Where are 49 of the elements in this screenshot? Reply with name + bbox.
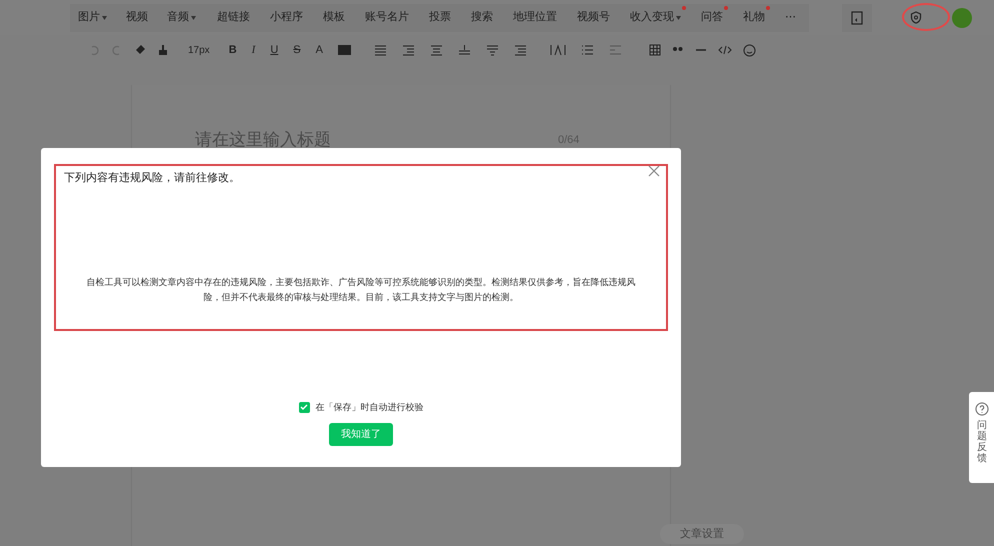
dialog-heading: 下列内容有违规风险，请前往修改。 bbox=[64, 170, 241, 186]
feedback-label: 问题反馈 bbox=[977, 420, 987, 464]
close-icon[interactable] bbox=[648, 165, 660, 177]
menu-item[interactable]: 小程序 bbox=[270, 6, 308, 29]
caret-icon bbox=[102, 16, 107, 20]
help-icon bbox=[975, 402, 989, 416]
spacing-icon[interactable] bbox=[458, 44, 471, 56]
line-height-icon[interactable] bbox=[486, 44, 499, 56]
list-icon[interactable] bbox=[580, 44, 594, 56]
menu-item[interactable]: 地理位置 bbox=[513, 6, 562, 29]
menu-item[interactable]: 收入变现 bbox=[630, 6, 686, 29]
align-center-icon[interactable] bbox=[430, 44, 443, 56]
menu-item[interactable]: 模板 bbox=[323, 6, 350, 29]
strikethrough-button[interactable]: S bbox=[293, 42, 301, 58]
annotation-ellipse bbox=[902, 3, 950, 31]
confirm-button[interactable]: 我知道了 bbox=[329, 423, 393, 446]
caret-icon bbox=[191, 16, 196, 20]
align-left-icon[interactable] bbox=[374, 44, 387, 56]
list-indent-icon[interactable] bbox=[514, 44, 527, 56]
menu-item[interactable]: 搜索 bbox=[471, 6, 498, 29]
emoji-icon[interactable] bbox=[742, 44, 756, 56]
menu-item[interactable]: 音频 bbox=[167, 6, 201, 29]
font-size-dropdown[interactable]: 17px bbox=[188, 42, 210, 58]
menu-item[interactable]: 投票 bbox=[429, 6, 456, 29]
preview-button[interactable] bbox=[842, 4, 872, 32]
menu-item[interactable]: ⋯ bbox=[785, 6, 801, 29]
menu-item[interactable]: 视频号 bbox=[577, 6, 615, 29]
auto-check-checkbox[interactable] bbox=[298, 402, 310, 413]
caret-icon bbox=[676, 16, 681, 20]
phone-icon bbox=[851, 10, 863, 24]
font-color-button[interactable]: A bbox=[316, 42, 323, 58]
letter-spacing-icon[interactable] bbox=[550, 44, 566, 56]
menu-item[interactable]: 礼物 bbox=[743, 6, 770, 29]
menu-item[interactable]: 图片 bbox=[78, 6, 112, 29]
menu-item[interactable]: 超链接 bbox=[217, 6, 255, 29]
auto-check-label: 在「保存」时自动进行校验 bbox=[316, 400, 424, 414]
code-icon[interactable] bbox=[718, 44, 732, 56]
indent-icon[interactable] bbox=[402, 44, 415, 56]
menu-item[interactable]: 问答 bbox=[701, 6, 728, 29]
underline-button[interactable]: U bbox=[270, 42, 278, 58]
menu-item[interactable]: 视频 bbox=[126, 6, 153, 29]
table-icon[interactable] bbox=[648, 44, 661, 56]
italic-button[interactable]: I bbox=[252, 42, 256, 58]
menu-item[interactable]: 账号名片 bbox=[365, 6, 414, 29]
feedback-panel[interactable]: 问题反馈 bbox=[969, 392, 994, 483]
shield-icon[interactable] bbox=[910, 11, 922, 24]
bold-button[interactable]: B bbox=[228, 42, 237, 58]
article-settings-button[interactable]: 文章设置 bbox=[660, 524, 744, 544]
dialog-description: 自检工具可以检测文章内容中存在的违规风险，主要包括欺诈、广告风险等可控系统能够识别的类型。检测结果仅供参考，旨在降低违规风险，但并不代表最终的审核与处理结果。目前，该工具支持文字与图片的检测。 bbox=[86, 276, 636, 304]
